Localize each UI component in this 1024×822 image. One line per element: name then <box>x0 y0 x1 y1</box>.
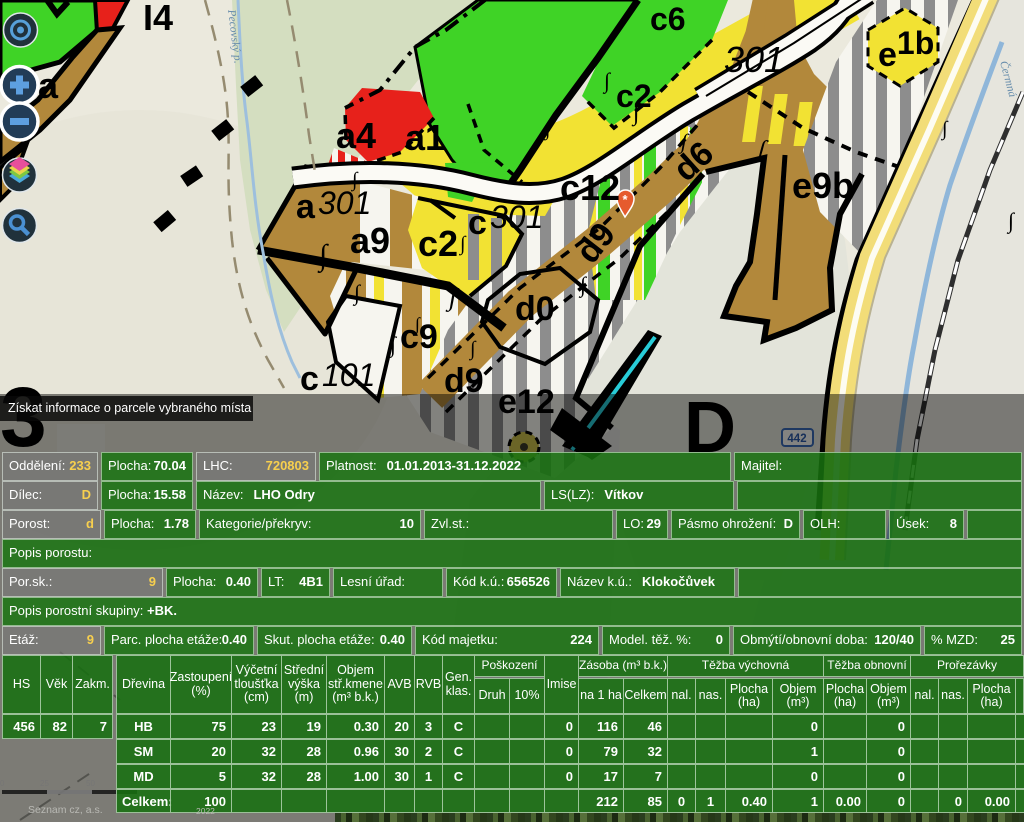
svg-text:e9b: e9b <box>792 165 854 206</box>
svg-text:c: c <box>300 360 319 398</box>
svg-text:a9: a9 <box>350 220 390 261</box>
svg-text:a4: a4 <box>336 115 376 156</box>
svg-text:a1: a1 <box>405 117 445 158</box>
svg-text:c2: c2 <box>616 78 652 114</box>
svg-text:d0: d0 <box>515 290 555 328</box>
svg-text:∫: ∫ <box>317 239 329 274</box>
svg-text:301: 301 <box>318 185 371 221</box>
svg-text:301: 301 <box>724 39 784 80</box>
svg-text:c9: c9 <box>400 318 438 356</box>
svg-text:101: 101 <box>322 357 375 393</box>
svg-text:c: c <box>468 204 487 242</box>
svg-text:c6: c6 <box>650 1 686 37</box>
svg-text:I4: I4 <box>143 0 173 38</box>
svg-text:a: a <box>296 188 316 226</box>
svg-text:c12: c12 <box>560 167 620 208</box>
svg-text:c2: c2 <box>418 223 458 264</box>
svg-text:301: 301 <box>490 199 543 235</box>
